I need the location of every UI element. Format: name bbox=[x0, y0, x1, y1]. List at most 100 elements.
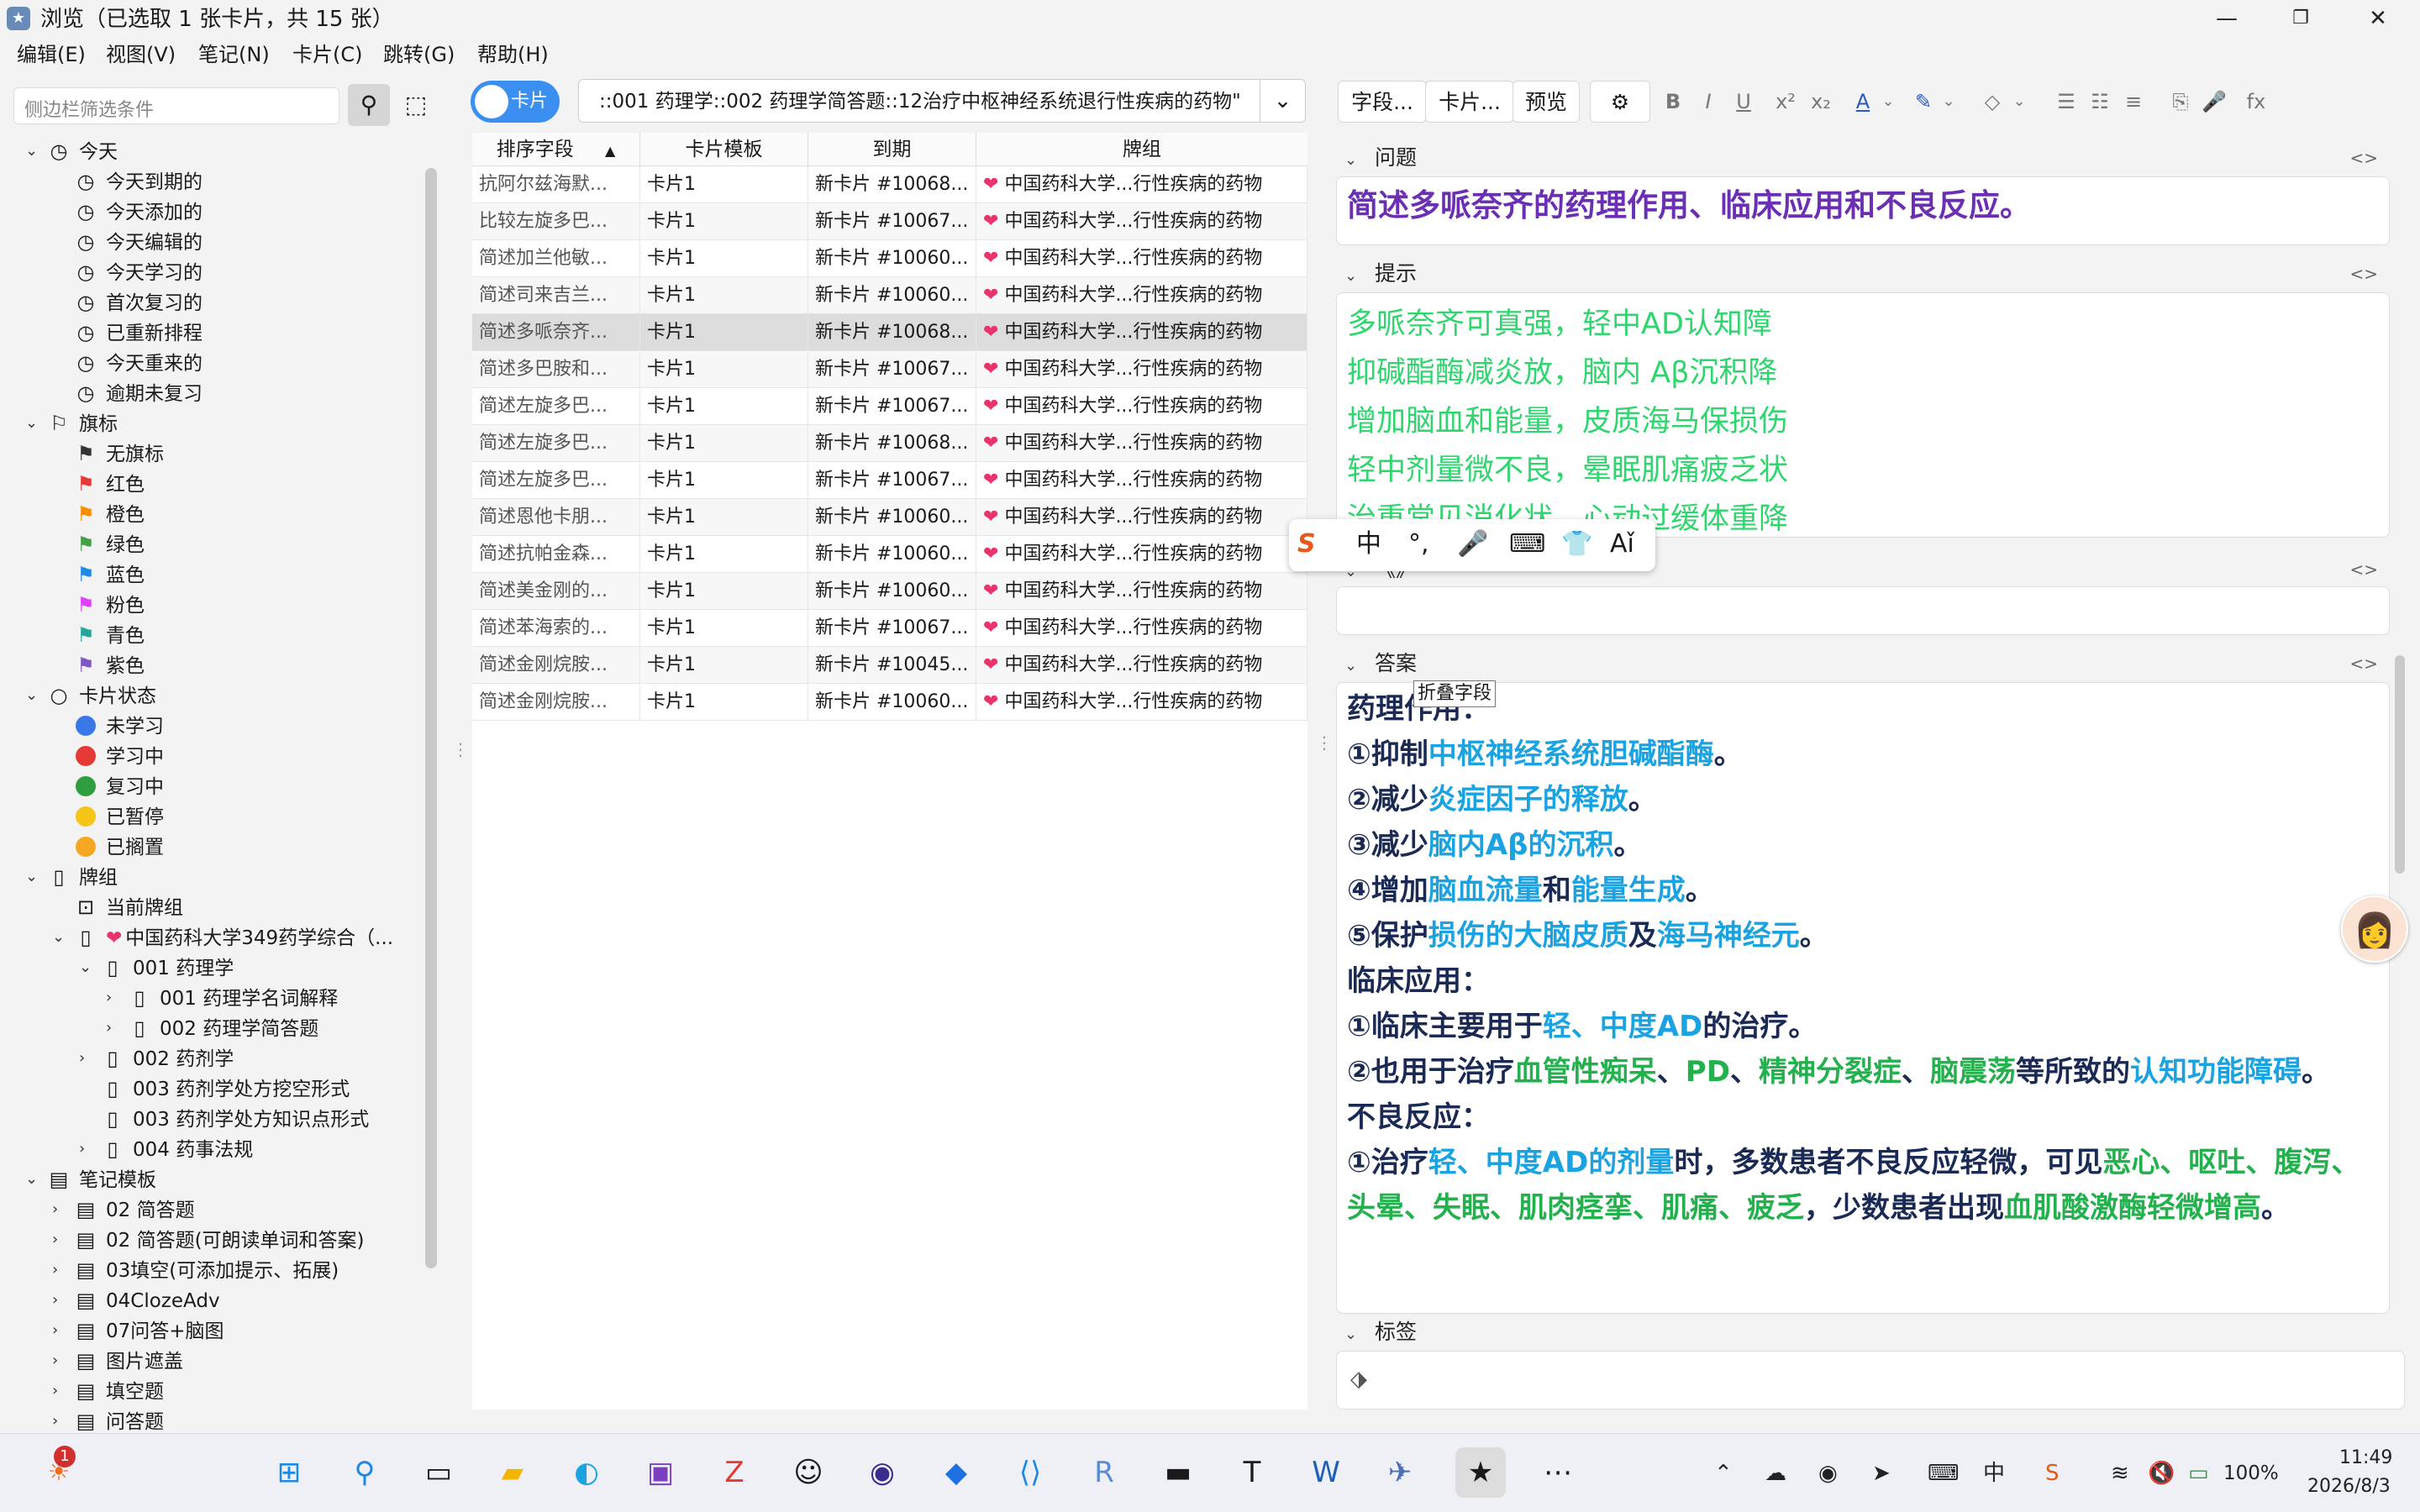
chevron-down-icon[interactable]: ⌄ bbox=[52, 922, 65, 953]
field-label-hint[interactable]: ⌄ 提示 bbox=[1344, 259, 1417, 291]
align-icon[interactable]: ≡ bbox=[2118, 86, 2149, 118]
chevron-right-icon[interactable]: › bbox=[52, 1225, 58, 1255]
sidebar-item-flags[interactable]: ⌄ ⚐ 旗标 bbox=[25, 408, 118, 438]
more-apps-icon[interactable]: ⋯ bbox=[1533, 1447, 1583, 1498]
chevron-right-icon[interactable]: › bbox=[52, 1406, 58, 1436]
volume-muted-icon[interactable]: 🔇 bbox=[2148, 1459, 2175, 1488]
sidebar-select-button[interactable]: ⬚ bbox=[395, 84, 437, 126]
sidebar-item-flag-3[interactable]: ⚑ 绿色 bbox=[74, 529, 145, 559]
sidebar-item-deck-0[interactable]: ⌄ ▯ 001 药理学 bbox=[79, 953, 234, 983]
chevron-down-icon[interactable]: ⌄ bbox=[2010, 86, 2028, 118]
table-row[interactable]: 简述抗帕金森... 卡片1 新卡片 #10060... ❤ 中国药科大学...行性疾病… bbox=[472, 536, 1307, 573]
edge-icon[interactable]: ◐ bbox=[561, 1447, 612, 1498]
fields-button[interactable]: 字段... bbox=[1338, 81, 1427, 123]
preview-button[interactable]: 预览 bbox=[1512, 81, 1580, 123]
app-tray-icon[interactable]: ◉ bbox=[1818, 1459, 1838, 1488]
cloud-icon[interactable]: ☁ bbox=[1765, 1459, 1786, 1488]
sidebar-item-today-0[interactable]: ◷ 今天到期的 bbox=[74, 166, 203, 197]
vscode-icon[interactable]: ⟨⟩ bbox=[1005, 1447, 1055, 1498]
sidebar-item-flag-7[interactable]: ⚑ 紫色 bbox=[74, 650, 145, 680]
anki-taskbar-icon[interactable]: ★ bbox=[1455, 1447, 1506, 1498]
text-color-icon[interactable]: A bbox=[1847, 86, 1879, 118]
sidebar-item-note-type-1[interactable]: › ▤ 02 简答题(可朗读单词和答案) bbox=[52, 1225, 365, 1255]
table-row[interactable]: 简述左旋多巴... 卡片1 新卡片 #10067... ❤ 中国药科大学...行性疾病… bbox=[472, 388, 1307, 425]
menu-view[interactable]: 视图(V) bbox=[106, 40, 176, 69]
editor-scrollbar[interactable] bbox=[2395, 655, 2405, 874]
avatar-app-icon[interactable]: ☺ bbox=[783, 1447, 834, 1498]
superscript-icon[interactable]: x² bbox=[1770, 86, 1802, 118]
sidebar-item-note-type-0[interactable]: › ▤ 02 简答题 bbox=[52, 1194, 195, 1225]
sidebar-item-today-5[interactable]: ◷ 已重新排程 bbox=[74, 318, 203, 348]
column-due[interactable]: 到期 bbox=[808, 133, 976, 166]
sidebar-item-card-state[interactable]: ⌄ ○ 卡片状态 bbox=[25, 680, 156, 711]
skin-icon[interactable]: 👕 bbox=[1561, 528, 1592, 561]
sidebar-item-flag-6[interactable]: ⚑ 青色 bbox=[74, 620, 145, 650]
splitter-handle-left[interactable]: ⋮ bbox=[452, 739, 469, 759]
sidebar-item-today-1[interactable]: ◷ 今天添加的 bbox=[74, 197, 203, 227]
html-toggle-icon[interactable]: <> bbox=[2349, 559, 2378, 580]
microphone-icon[interactable]: 🎤 bbox=[1457, 528, 1488, 561]
chevron-right-icon[interactable]: › bbox=[52, 1346, 58, 1376]
chevron-down-icon[interactable]: ⌄ bbox=[25, 408, 38, 438]
sidebar-item-today-4[interactable]: ◷ 首次复习的 bbox=[74, 287, 203, 318]
sidebar-item-today-6[interactable]: ◷ 今天重来的 bbox=[74, 348, 203, 378]
sidebar-item-deck-5[interactable]: ▯ 003 药剂学处方知识点形式 bbox=[101, 1104, 369, 1134]
punctuation-icon[interactable]: °, bbox=[1408, 528, 1429, 561]
chevron-down-icon[interactable]: ⌄ bbox=[79, 953, 92, 983]
chevron-right-icon[interactable]: › bbox=[52, 1315, 58, 1346]
eraser-icon[interactable]: ◇ bbox=[1976, 86, 2008, 118]
column-card-template[interactable]: 卡片模板 bbox=[640, 133, 808, 166]
sidebar-item-note-type-5[interactable]: › ▤ 图片遮盖 bbox=[52, 1346, 183, 1376]
chevron-down-icon[interactable]: ⌄ bbox=[1260, 80, 1305, 122]
task-view-icon[interactable]: ▭ bbox=[413, 1447, 464, 1498]
sidebar-item-state-2[interactable]: 复习中 bbox=[74, 771, 164, 801]
table-row[interactable]: 简述金刚烷胺... 卡片1 新卡片 #10045... ❤ 中国药科大学...行性疾病… bbox=[472, 647, 1307, 684]
chevron-down-icon[interactable]: ⌄ bbox=[25, 680, 38, 711]
chevron-down-icon[interactable]: ⌄ bbox=[1879, 86, 1897, 118]
chevron-down-icon[interactable]: ⌄ bbox=[1939, 86, 1958, 118]
cards-button[interactable]: 卡片... bbox=[1425, 81, 1514, 123]
sogou-icon[interactable]: S bbox=[2045, 1459, 2060, 1488]
chinese-mode-icon[interactable]: 中 bbox=[1356, 528, 1381, 561]
clock-date[interactable]: 2026/8/3 bbox=[2307, 1473, 2391, 1501]
sidebar-item-note-type-6[interactable]: › ▤ 填空题 bbox=[52, 1376, 164, 1406]
input-method-icon[interactable]: 中 bbox=[1983, 1459, 2005, 1488]
numbered-list-icon[interactable]: ☷ bbox=[2084, 86, 2116, 118]
table-row[interactable]: 简述多哌奈齐... 卡片1 新卡片 #10068... ❤ 中国药科大学...行性疾病… bbox=[472, 314, 1307, 351]
sidebar-item-deck-1[interactable]: › ▯ 001 药理学名词解释 bbox=[106, 983, 338, 1013]
table-row[interactable]: 比较左旋多巴... 卡片1 新卡片 #10067... ❤ 中国药科大学...行性疾病… bbox=[472, 203, 1307, 240]
chevron-right-icon[interactable]: › bbox=[52, 1285, 58, 1315]
subscript-icon[interactable]: x₂ bbox=[1805, 86, 1837, 118]
zotero-icon[interactable]: Z bbox=[709, 1447, 760, 1498]
chevron-down-icon[interactable]: ⌄ bbox=[25, 1164, 38, 1194]
formula-icon[interactable]: fx bbox=[2240, 86, 2272, 118]
table-row[interactable]: 简述金刚烷胺... 卡片1 新卡片 #10060... ❤ 中国药科大学...行性疾病… bbox=[472, 684, 1307, 721]
bird-app-icon[interactable]: ✈ bbox=[1375, 1447, 1425, 1498]
chevron-down-icon[interactable]: ⌄ bbox=[25, 862, 38, 892]
browser-icon[interactable]: ◉ bbox=[857, 1447, 908, 1498]
sidebar-item-deck-4[interactable]: ▯ 003 药剂学处方挖空形式 bbox=[101, 1074, 350, 1104]
sidebar-item-today-7[interactable]: ◷ 逾期未复习 bbox=[74, 378, 203, 408]
sidebar-item-state-3[interactable]: 已暂停 bbox=[74, 801, 164, 832]
menu-edit[interactable]: 编辑(E) bbox=[17, 40, 86, 69]
chevron-right-icon[interactable]: › bbox=[106, 1013, 112, 1043]
sidebar-item-today[interactable]: ⌄ ◷ 今天 bbox=[25, 136, 118, 166]
html-toggle-icon[interactable]: <> bbox=[2349, 264, 2378, 284]
hint-field[interactable]: 多哌奈齐可真强，轻中AD认知障 抑碱酯酶减炎放，脑内 Aβ沉积降 增加脑血和能量，皮… bbox=[1336, 292, 2390, 538]
sidebar-search-button[interactable]: ⚲ bbox=[348, 84, 390, 126]
maximize-button[interactable]: ❐ bbox=[2267, 2, 2334, 35]
menu-note[interactable]: 笔记(N) bbox=[198, 40, 270, 69]
typora-icon[interactable]: T bbox=[1227, 1447, 1277, 1498]
chevron-down-icon[interactable]: ⌄ bbox=[25, 136, 38, 166]
column-deck[interactable]: 牌组 bbox=[976, 133, 1307, 166]
table-row[interactable]: 简述左旋多巴... 卡片1 新卡片 #10068... ❤ 中国药科大学...行性疾病… bbox=[472, 425, 1307, 462]
menu-card[interactable]: 卡片(C) bbox=[292, 40, 362, 69]
options-button[interactable]: ⚙ bbox=[1590, 81, 1650, 123]
menu-help[interactable]: 帮助(H) bbox=[477, 40, 549, 69]
chevron-right-icon[interactable]: › bbox=[79, 1134, 85, 1164]
battery-icon[interactable]: ▭ bbox=[2188, 1459, 2209, 1488]
sidebar-item-flag-4[interactable]: ⚑ 蓝色 bbox=[74, 559, 145, 590]
sidebar-item-deck-6[interactable]: › ▯ 004 药事法规 bbox=[79, 1134, 253, 1164]
highlight-icon[interactable]: ✎ bbox=[1907, 86, 1939, 118]
onenote-icon[interactable]: ▣ bbox=[635, 1447, 686, 1498]
